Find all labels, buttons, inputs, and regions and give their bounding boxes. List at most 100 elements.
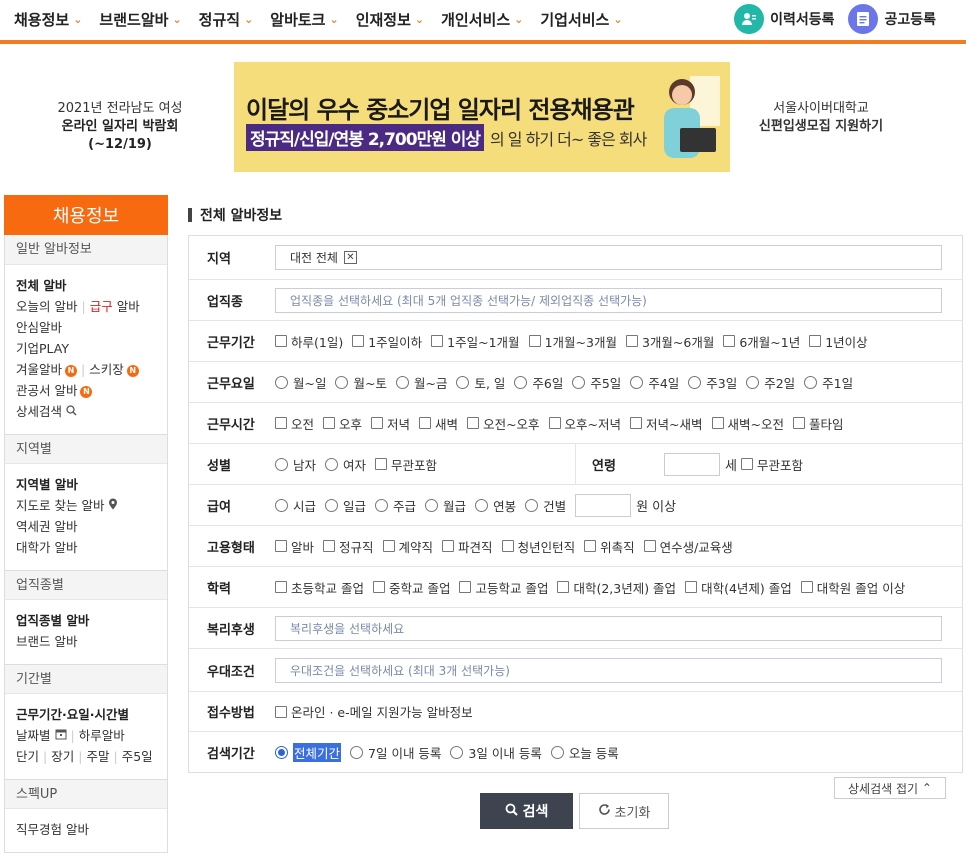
checkbox[interactable]: [275, 335, 287, 347]
sidebar-item-ski[interactable]: 스키장: [89, 362, 124, 377]
left-promo-link[interactable]: 2021년 전라남도 여성 온라인 일자리 박람회 (~12/19): [30, 100, 210, 154]
employment-option[interactable]: 정규직: [323, 537, 374, 556]
search-period-option[interactable]: 오늘 등록: [550, 743, 619, 762]
time-option[interactable]: 오전~오후: [467, 414, 540, 433]
menu-item-brand[interactable]: 브랜드알바 ⌄: [99, 9, 181, 29]
time-option[interactable]: 오후~저녁: [548, 414, 621, 433]
menu-item-talk[interactable]: 알바토크 ⌄: [270, 9, 338, 29]
pay-option[interactable]: 일급: [325, 496, 366, 515]
radio[interactable]: [688, 375, 702, 389]
radio[interactable]: [456, 375, 470, 389]
checkbox[interactable]: [275, 417, 287, 429]
checkbox[interactable]: [275, 540, 287, 552]
checkbox[interactable]: [528, 335, 541, 347]
sidebar-item-urgent[interactable]: 급구: [90, 299, 113, 314]
search-period-option[interactable]: 7일 이내 등록: [350, 743, 441, 762]
checkbox[interactable]: [375, 458, 388, 470]
collapse-detail-button[interactable]: 상세검색 접기 ⌃: [834, 777, 946, 799]
ad-banner[interactable]: 이달의 우수 중소기업 일자리 전용채용관 정규직/신입/연봉 2,700만원 …: [234, 62, 730, 172]
menu-item-fulltime[interactable]: 정규직 ⌄: [199, 9, 254, 29]
education-option[interactable]: 고등학교 졸업: [459, 578, 548, 597]
radio[interactable]: [630, 375, 644, 389]
sidebar-item-oneday[interactable]: 하루알바: [79, 728, 125, 743]
checkbox[interactable]: [459, 581, 472, 593]
radio[interactable]: [746, 375, 760, 389]
days-option[interactable]: 월~일: [275, 373, 326, 392]
education-option[interactable]: 대학원 졸업 이상: [800, 578, 905, 597]
days-option[interactable]: 주3일: [688, 373, 737, 392]
education-option[interactable]: 초등학교 졸업: [275, 578, 364, 597]
employment-option[interactable]: 위촉직: [584, 537, 635, 556]
radio[interactable]: [275, 457, 288, 471]
pay-option[interactable]: 건별: [525, 496, 566, 515]
menu-item-personal[interactable]: 개인서비스 ⌄: [441, 9, 523, 29]
sidebar-item-weekend[interactable]: 주말: [86, 749, 109, 764]
checkbox[interactable]: [548, 417, 561, 429]
post-register-button[interactable]: 공고등록: [848, 4, 936, 34]
time-option[interactable]: 오후: [323, 414, 362, 433]
period-option[interactable]: 6개월~1년: [723, 332, 800, 351]
gender-option[interactable]: 여자: [325, 455, 366, 474]
days-option[interactable]: 주1일: [804, 373, 853, 392]
radio[interactable]: [572, 375, 586, 389]
checkbox[interactable]: [740, 458, 753, 470]
radio-selected[interactable]: [275, 745, 288, 759]
gender-option[interactable]: 남자: [275, 455, 316, 474]
radio[interactable]: [335, 375, 349, 389]
radio[interactable]: [475, 498, 489, 512]
checkbox[interactable]: [643, 540, 656, 552]
radio[interactable]: [325, 457, 339, 471]
sidebar-item-public[interactable]: 관공서 알바: [16, 383, 77, 398]
checkbox[interactable]: [372, 581, 385, 593]
radio[interactable]: [275, 498, 288, 512]
radio[interactable]: [375, 498, 389, 512]
preference-input[interactable]: 우대조건을 선택하세요 (최대 3개 선택가능): [275, 657, 942, 683]
checkbox[interactable]: [711, 417, 724, 429]
days-option[interactable]: 토, 일: [456, 373, 505, 392]
days-option[interactable]: 월~금: [395, 373, 447, 392]
days-option[interactable]: 월~토: [335, 373, 387, 392]
radio[interactable]: [514, 375, 528, 389]
checkbox[interactable]: [625, 335, 638, 347]
time-option[interactable]: 새벽~오전: [711, 414, 784, 433]
search-button[interactable]: 검색: [480, 793, 573, 829]
checkbox[interactable]: [557, 581, 570, 593]
checkbox[interactable]: [685, 581, 698, 593]
radio[interactable]: [275, 375, 288, 389]
radio[interactable]: [450, 745, 464, 759]
sidebar-item-long[interactable]: 장기: [51, 749, 74, 764]
sidebar-item-five-days[interactable]: 주5일: [122, 749, 153, 764]
search-period-option[interactable]: 3일 이내 등록: [450, 743, 542, 762]
radio[interactable]: [395, 375, 409, 389]
radio[interactable]: [804, 375, 818, 389]
employment-option[interactable]: 계약직: [382, 537, 433, 556]
resume-register-button[interactable]: 이력서등록: [734, 4, 834, 34]
sidebar-item-all[interactable]: 전체 알바: [16, 275, 156, 296]
radio[interactable]: [325, 498, 339, 512]
radio[interactable]: [425, 498, 439, 512]
sidebar-item-map[interactable]: 지도로 찾는 알바: [16, 498, 104, 513]
sidebar-item-station[interactable]: 역세권 알바: [16, 516, 156, 537]
checkbox[interactable]: [371, 417, 384, 429]
sidebar-item-today[interactable]: 오늘의 알바: [16, 299, 77, 314]
checkbox[interactable]: [442, 540, 455, 552]
pay-amount-input[interactable]: [575, 493, 632, 517]
employment-option[interactable]: 청년인턴직: [501, 537, 575, 556]
sidebar-item-safe[interactable]: 안심알바: [16, 317, 156, 338]
period-option[interactable]: 3개월~6개월: [625, 332, 714, 351]
sidebar-item-play[interactable]: 기업PLAY: [16, 338, 156, 359]
right-promo-link[interactable]: 서울사이버대학교 신편입생모집 지원하기: [726, 100, 916, 136]
checkbox[interactable]: [793, 417, 805, 429]
pay-option[interactable]: 연봉: [475, 496, 516, 515]
days-option[interactable]: 주2일: [746, 373, 795, 392]
checkbox[interactable]: [323, 417, 336, 429]
checkbox[interactable]: [382, 540, 395, 552]
radio[interactable]: [350, 745, 364, 759]
days-option[interactable]: 주6일: [514, 373, 563, 392]
checkbox[interactable]: [630, 417, 643, 429]
time-option[interactable]: 풀타임: [793, 414, 844, 433]
reset-button[interactable]: 초기화: [579, 793, 669, 829]
employment-option[interactable]: 연수생/교육생: [643, 537, 733, 556]
gender-any-option[interactable]: 무관포함: [375, 455, 437, 474]
employment-option[interactable]: 알바: [275, 537, 314, 556]
